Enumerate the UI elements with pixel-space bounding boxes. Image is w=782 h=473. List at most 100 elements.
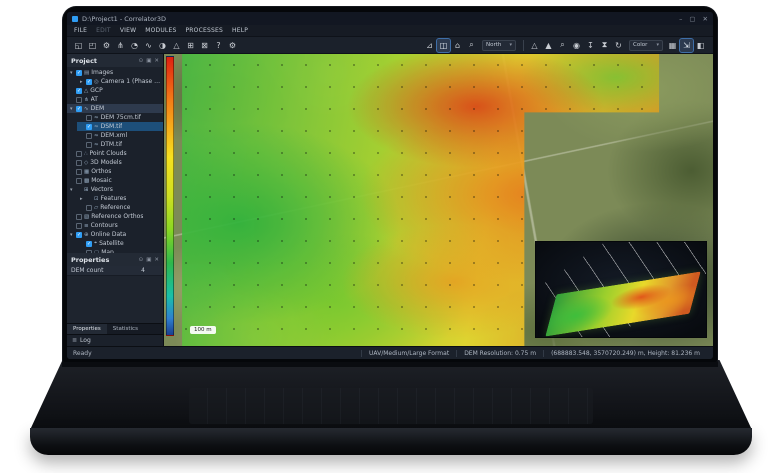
checkbox-orthos[interactable] [76, 169, 82, 175]
copy-view-icon[interactable]: ◫ [437, 39, 450, 52]
tree-item-reference[interactable]: ▱Reference [77, 203, 163, 212]
ortho-generation-icon[interactable]: △ [170, 39, 183, 52]
tree-item-features[interactable]: ▸⊡Features [77, 194, 163, 203]
menu-modules[interactable]: MODULES [145, 27, 176, 34]
menu-edit[interactable]: EDIT [96, 27, 111, 34]
tree-item-vectors[interactable]: ▾⊞Vectors [67, 185, 163, 194]
3d-preview-inset[interactable] [535, 241, 707, 338]
tree-item-3d-models[interactable]: ◇3D Models [67, 158, 163, 167]
tree-label-gcp: GCP [90, 87, 102, 94]
expander-icon[interactable]: ▸ [80, 196, 86, 202]
tree-item-satellite[interactable]: ⌖Satellite [77, 239, 163, 248]
tree-item-orthos[interactable]: ▦Orthos [67, 167, 163, 176]
log-panel[interactable]: ≣ Log [67, 334, 163, 346]
checkbox-contours[interactable] [76, 223, 82, 229]
panel-close-icon[interactable]: ✕ [154, 257, 159, 263]
globe-icon[interactable]: ◉ [570, 39, 583, 52]
mosaic-editing-icon[interactable]: ⊠ [198, 39, 211, 52]
layers-icon[interactable]: ◧ [694, 39, 707, 52]
tab-statistics[interactable]: Statistics [107, 324, 144, 334]
triangle-view-icon[interactable]: △ [528, 39, 541, 52]
checkbox-satellite[interactable] [86, 241, 92, 247]
tree-item-camera-1-phase-one-ixm[interactable]: ▸◎Camera 1 (Phase One iXM) [77, 77, 163, 86]
tab-properties[interactable]: Properties [67, 324, 107, 334]
open-project-icon[interactable]: ◰ [86, 39, 99, 52]
checkbox-dtm-tif[interactable] [86, 142, 92, 148]
features-icon: ⊡ [94, 196, 99, 202]
checkbox-reference[interactable] [86, 205, 92, 211]
property-value: 4 [141, 267, 145, 274]
display-mode-dropdown[interactable]: Color▾ [629, 40, 663, 51]
tree-item-mosaic[interactable]: ▩Mosaic [67, 176, 163, 185]
aerial-triangulation-icon[interactable]: ⋔ [114, 39, 127, 52]
panel-close-icon[interactable]: ✕ [154, 58, 159, 64]
checkbox-reference-orthos[interactable] [76, 214, 82, 220]
tree-label-point-clouds: Point Clouds [90, 150, 127, 157]
checkbox-gcp[interactable] [76, 88, 82, 94]
settings-icon[interactable]: ⚙ [226, 39, 239, 52]
home-view-icon[interactable]: ⌂ [451, 39, 464, 52]
axis-3d-icon[interactable]: ⊿ [423, 39, 436, 52]
checkbox-dsm-tif[interactable] [86, 124, 92, 130]
plumb-line-icon[interactable]: ↧ [584, 39, 597, 52]
checkbox-3d-models[interactable] [76, 160, 82, 166]
checkbox-dem-xml[interactable] [86, 133, 92, 139]
status-ready: Ready [73, 350, 92, 357]
menu-help[interactable]: HELP [232, 27, 248, 34]
checkbox-dem[interactable] [76, 106, 82, 112]
app-icon [72, 16, 78, 22]
tree-item-contours[interactable]: ≡Contours [67, 221, 163, 230]
expand-view-icon[interactable]: ⇲ [680, 39, 693, 52]
hourglass-icon[interactable]: ⧗ [598, 39, 611, 52]
dem-editing-icon[interactable]: ∿ [142, 39, 155, 52]
checkbox-images[interactable] [76, 70, 82, 76]
tree-item-dem-xml[interactable]: ≈DEM.xml [77, 131, 163, 140]
tree-item-dem-75cm-tif[interactable]: ≈DEM 75cm.tif [77, 113, 163, 122]
tree-label-dem-75cm-tif: DEM 75cm.tif [101, 114, 141, 121]
zoom-region-icon[interactable]: ⌕ [556, 39, 569, 52]
minimize-icon[interactable]: – [679, 15, 682, 23]
dem-generation-icon[interactable]: ◔ [128, 39, 141, 52]
tree-item-at[interactable]: ⋔AT [67, 95, 163, 104]
tree-item-dsm-tif[interactable]: ≈DSM.tif [77, 122, 163, 131]
orientation-dropdown[interactable]: North▾ [482, 40, 516, 51]
maximize-icon[interactable]: ▢ [689, 15, 695, 23]
menu-view[interactable]: VIEW [120, 27, 136, 34]
dem-contour-icon[interactable]: ◑ [156, 39, 169, 52]
close-icon[interactable]: ✕ [703, 15, 708, 23]
transparency-icon[interactable]: ▦ [666, 39, 679, 52]
tree-item-online-data[interactable]: ▾⊕Online Data [67, 230, 163, 239]
swirl-icon[interactable]: ↻ [612, 39, 625, 52]
checkbox-at[interactable] [76, 97, 82, 103]
panel-pin-icon[interactable]: ▣ [146, 58, 151, 64]
tree-label-reference-orthos: Reference Orthos [91, 213, 143, 220]
checkbox-mosaic[interactable] [76, 178, 82, 184]
project-settings-icon[interactable]: ⚙ [100, 39, 113, 52]
checkbox-online-data[interactable] [76, 232, 82, 238]
panel-menu-icon[interactable]: ⊙ [139, 58, 144, 64]
pyramid-3d-icon[interactable]: ▲ [542, 39, 555, 52]
menu-file[interactable]: FILE [74, 27, 87, 34]
checkbox-point-clouds[interactable] [76, 151, 82, 157]
checkbox-map[interactable] [86, 250, 92, 254]
panel-menu-icon[interactable]: ⊙ [139, 257, 144, 263]
tree-item-dtm-tif[interactable]: ≈DTM.tif [77, 140, 163, 149]
mosaic-creation-icon[interactable]: ⊞ [184, 39, 197, 52]
zoom-icon[interactable]: ⌕ [465, 39, 478, 52]
checkbox-dem-75cm-tif[interactable] [86, 115, 92, 121]
orientation-dropdown-value: North [486, 42, 501, 48]
expander-icon[interactable]: ▾ [70, 187, 76, 193]
tree-item-point-clouds[interactable]: ∴Point Clouds [67, 149, 163, 158]
help-icon[interactable]: ? [212, 39, 225, 52]
tree-label-dsm-tif: DSM.tif [101, 123, 123, 130]
tree-item-dem[interactable]: ▾∿DEM [67, 104, 163, 113]
panel-pin-icon[interactable]: ▣ [146, 257, 151, 263]
menu-processes[interactable]: PROCESSES [185, 27, 223, 34]
new-project-icon[interactable]: ◱ [72, 39, 85, 52]
map-viewport[interactable]: 100 m [164, 54, 713, 346]
tree-label-contours: Contours [91, 222, 118, 229]
tree-item-images[interactable]: ▾▤Images [67, 68, 163, 77]
tree-item-gcp[interactable]: △GCP [67, 86, 163, 95]
tree-item-reference-orthos[interactable]: ▧Reference Orthos [67, 212, 163, 221]
checkbox-camera-1-phase-one-ixm[interactable] [86, 79, 92, 85]
